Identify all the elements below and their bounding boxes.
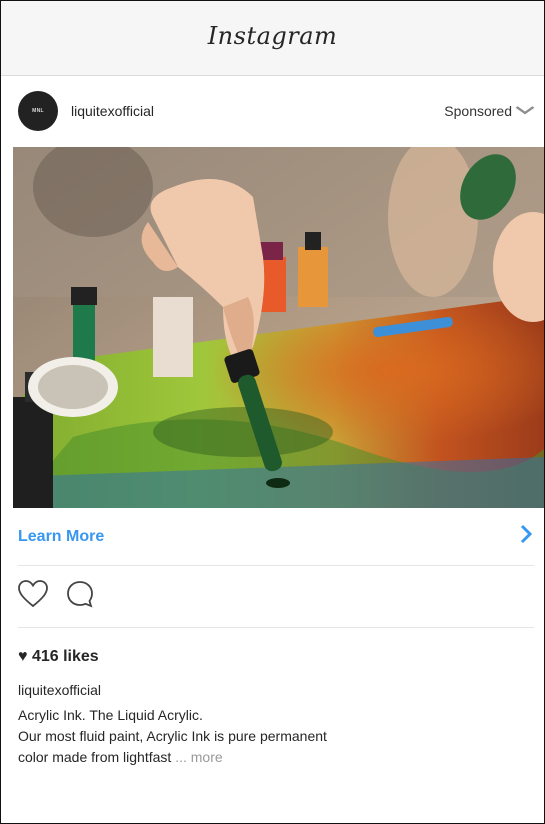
post-image[interactable] bbox=[13, 147, 544, 508]
instagram-logo[interactable]: Instagram bbox=[208, 22, 338, 50]
sponsored-label: Sponsored bbox=[444, 103, 512, 119]
chevron-right-icon[interactable] bbox=[520, 523, 533, 551]
action-bar bbox=[18, 566, 534, 628]
caption-username[interactable]: liquitexofficial bbox=[18, 682, 101, 698]
painting-photo bbox=[13, 147, 544, 508]
post-header: MNL liquitexofficial Sponsored bbox=[1, 76, 544, 146]
sponsored-menu[interactable]: Sponsored bbox=[444, 103, 535, 119]
caption-line: Acrylic Ink. The Liquid Acrylic. bbox=[18, 707, 203, 723]
caption-line: Our most fluid paint, Acrylic Ink is pur… bbox=[18, 728, 327, 744]
avatar[interactable]: MNL bbox=[18, 91, 58, 131]
chevron-down-icon bbox=[515, 104, 535, 118]
caption-line-text: color made from lightfast bbox=[18, 749, 172, 765]
comment-icon[interactable] bbox=[66, 580, 94, 613]
caption-text: Acrylic Ink. The Liquid Acrylic. Our mos… bbox=[18, 705, 518, 768]
learn-more-bar[interactable]: Learn More bbox=[18, 509, 534, 566]
heart-icon[interactable] bbox=[18, 580, 48, 613]
top-bar: Instagram bbox=[1, 1, 544, 76]
post-username[interactable]: liquitexofficial bbox=[71, 103, 154, 119]
caption-line-last: color made from lightfast ... more bbox=[18, 747, 518, 768]
instagram-ad-card: Instagram MNL liquitexofficial Sponsored bbox=[0, 0, 545, 824]
avatar-logo: MNL bbox=[32, 108, 44, 114]
more-link[interactable]: ... more bbox=[175, 749, 222, 765]
likes-count[interactable]: ♥ 416 likes bbox=[18, 648, 99, 666]
learn-more-link[interactable]: Learn More bbox=[18, 528, 104, 546]
